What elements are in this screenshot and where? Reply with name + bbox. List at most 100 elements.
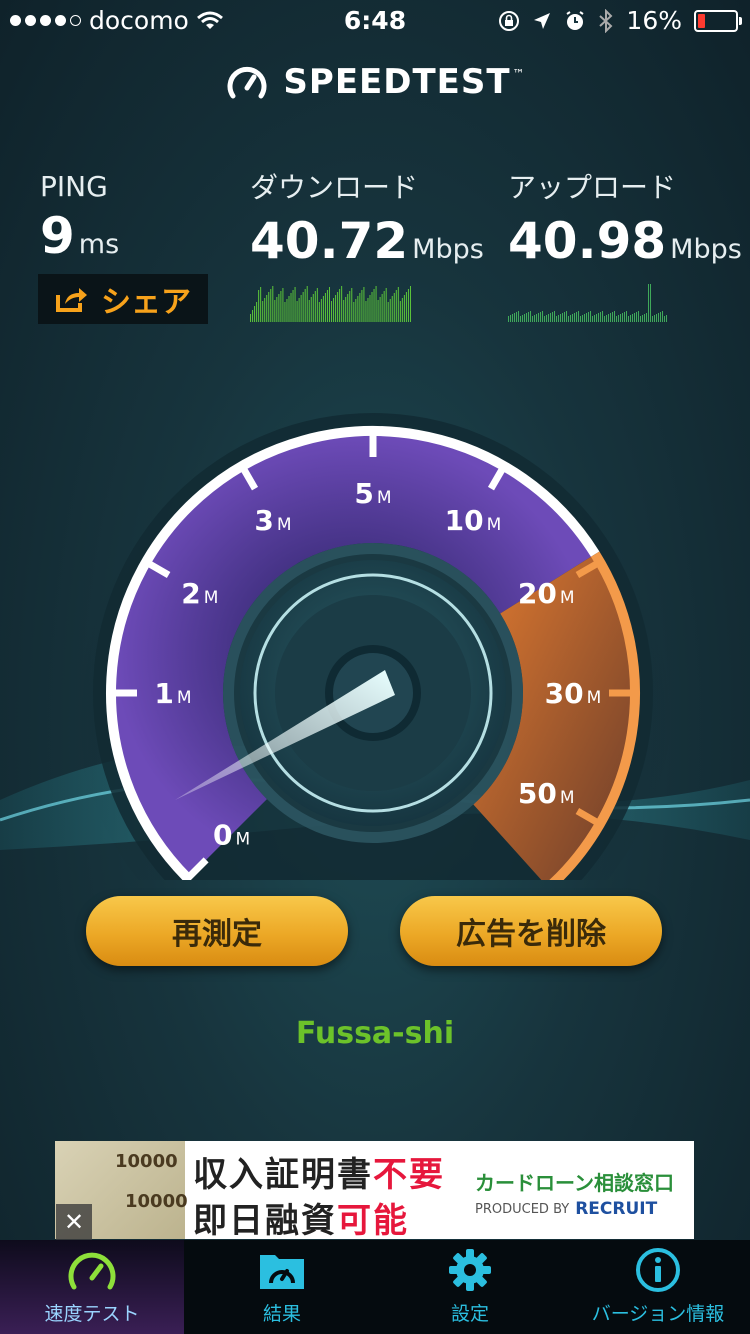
tab-label: 結果 [262,1303,301,1325]
graph-bar [409,286,411,322]
graph-bar [353,302,355,322]
graph-bar [385,288,387,322]
graph-bar [622,313,623,322]
graph-bar [343,300,345,322]
graph-bar [636,312,637,322]
graph-bar [393,293,395,322]
graph-bar [302,292,304,322]
graph-bar [650,284,651,322]
graph-bar [606,315,607,322]
graph-bar [276,297,278,322]
ad-text: 即日融資 [193,1201,337,1239]
graph-bar [391,296,393,322]
graph-bar [632,314,633,322]
graph-bar [544,316,545,322]
graph-bar [399,301,401,322]
graph-bar [574,313,575,322]
graph-bar [542,311,543,322]
graph-bar [345,297,347,322]
graph-bar [262,301,264,322]
graph-bar [564,312,565,322]
graph-bar [624,312,625,322]
graph-bar [628,316,629,322]
location-arrow-icon [534,12,551,29]
ad-produced-by: PRODUCED BY [475,1201,570,1217]
battery-icon [694,9,742,32]
status-bar: docomo 6:48 16% [0,0,750,40]
graph-bar [306,286,308,322]
download-label: ダウンロード [250,171,419,204]
graph-bar [634,313,635,322]
share-label: シェア [101,285,191,320]
graph-bar [272,286,274,322]
graph-bar [250,314,252,322]
graph-bar [540,312,541,322]
remove-ads-button[interactable]: 広告を削除 [400,896,662,966]
graph-bar [252,310,254,322]
orientation-lock-icon [499,10,520,31]
graph-bar [333,298,335,322]
tab-label: 設定 [450,1303,489,1325]
retest-button[interactable]: 再測定 [86,896,348,966]
graph-bar [403,295,405,322]
graph-bar [347,294,349,322]
graph-bar [562,313,563,322]
graph-bar [312,294,314,322]
graph-bar [328,287,330,322]
graph-bar [387,302,389,322]
graph-bar [298,298,300,322]
graph-bar [556,316,557,322]
graph-bar [652,316,653,322]
graph-bar [341,286,343,322]
graph-bar [300,295,302,322]
graph-bar [365,301,367,322]
graph-bar [586,313,587,322]
upload-graph [508,284,667,322]
ad-line-1: 収入証明書不要 [193,1147,445,1196]
graph-bar [578,311,579,322]
speedtest-logo-icon [227,66,267,99]
share-button[interactable]: シェア [38,274,208,324]
graph-bar [610,313,611,322]
info-icon [636,1248,680,1292]
graph-bar [552,312,553,322]
tab-speed-test[interactable]: 速度テスト [0,1240,184,1334]
graph-bar [560,314,561,322]
tab-results[interactable]: 結果 [190,1240,374,1334]
graph-bar [397,287,399,322]
results-folder-icon [260,1255,304,1289]
graph-bar [546,315,547,322]
graph-bar [614,311,615,322]
graph-bar [640,316,641,322]
graph-bar [294,287,296,322]
graph-bar [642,315,643,322]
graph-bar [516,312,517,322]
graph-bar [324,293,326,322]
ping-value: 9 [40,207,75,265]
tab-settings[interactable]: 設定 [378,1240,562,1334]
graph-bar [260,287,262,322]
ad-brand: カードローン相談窓口 [475,1171,674,1195]
graph-bar [514,313,515,322]
graph-bar [361,290,363,322]
graph-bar [626,311,627,322]
graph-bar [308,300,310,322]
graph-bar [512,314,513,322]
ad-banner[interactable]: 10000 10000 収入証明書不要 即日融資可能 カードローン相談窓口 PR… [55,1141,694,1239]
ad-highlight: 可能 [337,1201,409,1239]
graph-bar [510,315,511,322]
graph-bar [383,291,385,322]
speedometer-icon [68,1252,116,1290]
app-logo: SPEEDTEST ™ [0,62,750,102]
graph-bar [656,314,657,322]
tab-version-info[interactable]: バージョン情報 [566,1240,750,1334]
graph-bar [337,292,339,322]
graph-bar [381,294,383,322]
graph-bar [339,289,341,322]
graph-bar [538,313,539,322]
trademark: ™ [512,67,525,81]
graph-bar [520,316,521,322]
graph-bar [254,306,256,322]
ad-close-button[interactable]: ✕ [56,1204,92,1240]
graph-bar [270,289,272,322]
